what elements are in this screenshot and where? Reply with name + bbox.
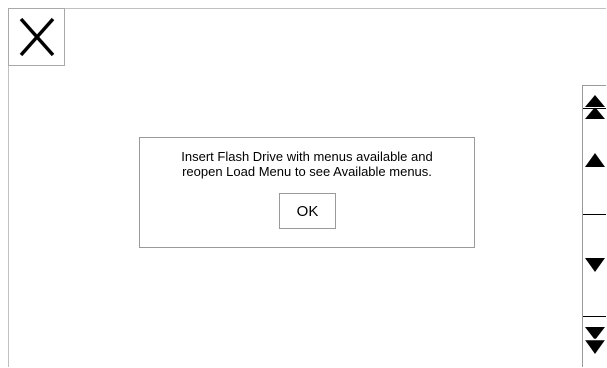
dialog-message-line-2: reopen Load Menu to see Available menus.	[182, 164, 432, 179]
message-dialog: Insert Flash Drive with menus available …	[139, 137, 475, 248]
scroll-down-button[interactable]	[583, 254, 606, 276]
x-icon	[19, 17, 54, 57]
close-button[interactable]	[8, 8, 65, 66]
scroll-up-button[interactable]	[583, 150, 606, 170]
ok-button[interactable]: OK	[279, 193, 336, 229]
down-arrow-icon	[584, 258, 605, 272]
scroll-divider	[583, 108, 606, 109]
scroll-to-bottom-button[interactable]	[583, 322, 606, 358]
double-down-arrow-icon	[584, 327, 605, 354]
scroll-divider	[583, 214, 606, 215]
dialog-message-line-1: Insert Flash Drive with menus available …	[181, 149, 433, 164]
scroll-divider	[583, 316, 606, 317]
scrollbar[interactable]	[582, 85, 606, 367]
dialog-message: Insert Flash Drive with menus available …	[140, 149, 474, 179]
up-arrow-icon	[584, 153, 605, 167]
